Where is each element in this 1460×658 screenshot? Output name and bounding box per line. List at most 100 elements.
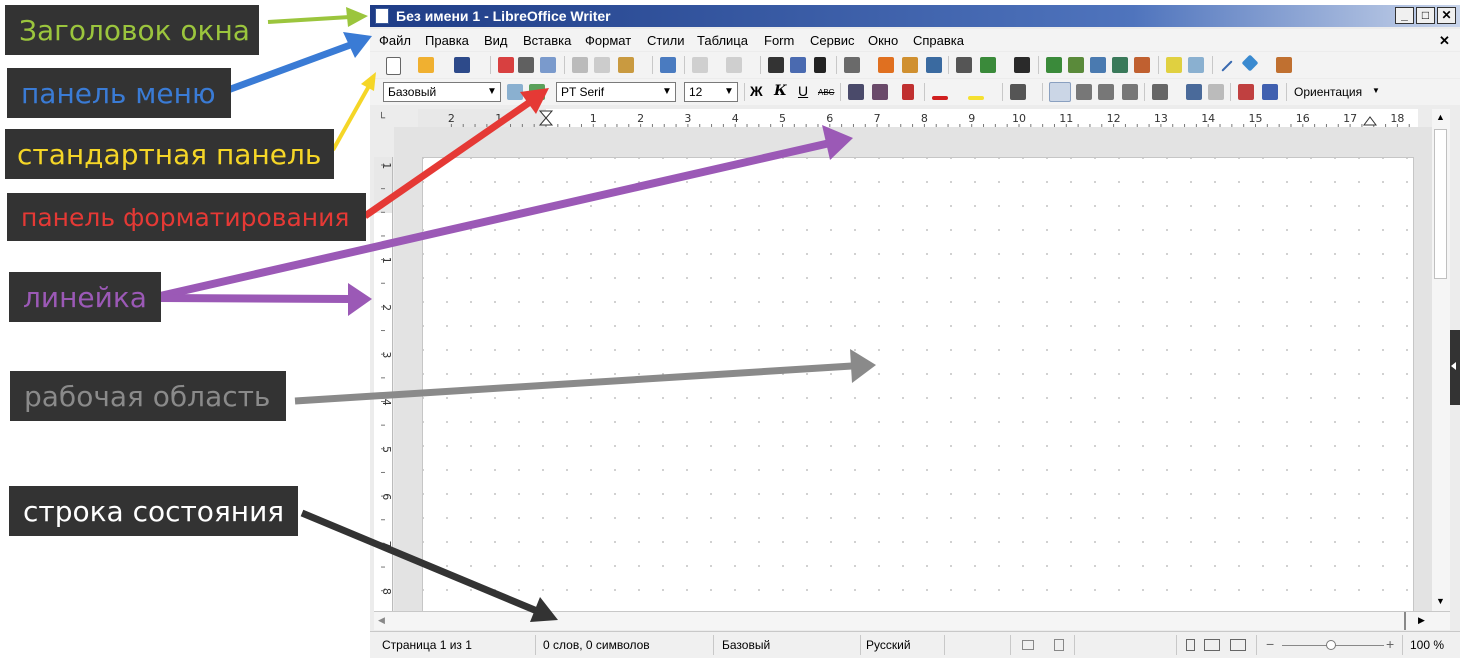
comment-icon[interactable]: [1166, 57, 1182, 73]
menu-tools[interactable]: Сервис: [810, 33, 855, 48]
line-icon[interactable]: [1221, 60, 1233, 72]
print-icon[interactable]: [518, 57, 534, 73]
page-break-icon[interactable]: [956, 57, 972, 73]
scroll-right-icon[interactable]: ▶: [1418, 615, 1425, 626]
tab-stop-selector-icon[interactable]: └: [378, 113, 385, 124]
status-page-style[interactable]: Базовый: [722, 638, 770, 652]
menu-table[interactable]: Таблица: [697, 33, 748, 48]
scroll-left-icon[interactable]: ◀: [378, 615, 385, 626]
italic-button[interactable]: К: [774, 83, 787, 99]
line-spacing-icon[interactable]: [1152, 84, 1168, 100]
menu-insert[interactable]: Вставка: [523, 33, 571, 48]
font-size-combo[interactable]: 12 ▼: [684, 82, 738, 102]
special-character-icon[interactable]: [1014, 57, 1030, 73]
decrease-paragraph-spacing-icon[interactable]: [1208, 84, 1224, 100]
font-name-combo[interactable]: PT Serif ▼: [556, 82, 676, 102]
scrollbar-thumb-horizontal[interactable]: [1404, 612, 1406, 630]
scrollbar-thumb[interactable]: [1434, 129, 1447, 279]
insert-image-icon[interactable]: [878, 57, 894, 73]
save-icon[interactable]: [454, 57, 470, 73]
paragraph-style-combo[interactable]: Базовый ▼: [383, 82, 501, 102]
print-preview-icon[interactable]: [540, 57, 556, 73]
zoom-slider-handle[interactable]: [1326, 640, 1336, 650]
vertical-ruler[interactable]: 1 1 2 3 4 5 6 7 8: [374, 157, 393, 612]
align-center-icon[interactable]: [1076, 84, 1092, 100]
vertical-scrollbar[interactable]: ▲ ▼: [1432, 109, 1450, 611]
menu-edit[interactable]: Правка: [425, 33, 469, 48]
close-button[interactable]: ✕: [1437, 7, 1456, 24]
scroll-down-icon[interactable]: ▼: [1436, 596, 1445, 606]
increase-paragraph-spacing-icon[interactable]: [1186, 84, 1202, 100]
book-view-icon[interactable]: [1230, 639, 1246, 651]
horizontal-scrollbar[interactable]: ◀ ▶: [374, 611, 1450, 630]
right-indent-marker-icon[interactable]: [1363, 116, 1377, 126]
bookmark-icon[interactable]: [1112, 57, 1128, 73]
grow-font-icon[interactable]: [848, 84, 864, 100]
new-style-icon[interactable]: [529, 84, 545, 100]
zoom-in-button[interactable]: +: [1386, 636, 1394, 652]
open-icon[interactable]: [418, 57, 434, 73]
insert-text-box-icon[interactable]: [926, 57, 942, 73]
menu-form[interactable]: Form: [764, 33, 794, 48]
status-word-count[interactable]: 0 слов, 0 символов: [543, 638, 650, 652]
status-page[interactable]: Страница 1 из 1: [382, 638, 472, 652]
endnote-icon[interactable]: [1090, 57, 1106, 73]
menu-view[interactable]: Вид: [484, 33, 508, 48]
font-color-icon[interactable]: [932, 96, 948, 100]
single-page-view-icon[interactable]: [1186, 639, 1195, 651]
insert-mode-icon[interactable]: [1022, 640, 1034, 650]
status-zoom[interactable]: 100 %: [1410, 638, 1444, 652]
menu-window[interactable]: Окно: [868, 33, 898, 48]
menu-help[interactable]: Справка: [913, 33, 964, 48]
underline-button[interactable]: U: [798, 83, 808, 99]
footnote-icon[interactable]: [1068, 57, 1084, 73]
draw-functions-icon[interactable]: [1276, 57, 1292, 73]
cut-icon[interactable]: [572, 57, 588, 73]
maximize-button[interactable]: □: [1416, 7, 1435, 24]
zoom-out-button[interactable]: −: [1266, 636, 1274, 652]
increase-indent-icon[interactable]: [1238, 84, 1254, 100]
align-justify-icon[interactable]: [1122, 84, 1138, 100]
document-modified-icon[interactable]: [1054, 639, 1064, 651]
redo-icon[interactable]: [726, 57, 742, 73]
document-close-icon[interactable]: ✕: [1439, 33, 1450, 49]
align-left-icon[interactable]: [1049, 82, 1071, 102]
scroll-up-icon[interactable]: ▲: [1436, 112, 1445, 122]
ruler-label: 3: [684, 112, 691, 125]
spelling-icon[interactable]: [790, 57, 806, 73]
status-language[interactable]: Русский: [866, 638, 911, 652]
undo-icon[interactable]: [692, 57, 708, 73]
insert-chart-icon[interactable]: [902, 57, 918, 73]
formatting-marks-icon[interactable]: [814, 57, 826, 73]
track-changes-icon[interactable]: [1188, 57, 1204, 73]
align-right-icon[interactable]: [1098, 84, 1114, 100]
workspace-page[interactable]: [422, 157, 1414, 612]
clear-formatting-icon[interactable]: [902, 84, 914, 100]
cross-reference-icon[interactable]: [1134, 57, 1150, 73]
shrink-font-icon[interactable]: [872, 84, 888, 100]
multi-page-view-icon[interactable]: [1204, 639, 1220, 651]
strikethrough-button[interactable]: ABC: [818, 88, 834, 97]
horizontal-ruler[interactable]: 2 1 1 2 3 4 5 6 7 8 9 10 11 12 13 14 15 16 17 18: [418, 109, 1418, 128]
copy-icon[interactable]: [594, 57, 610, 73]
export-pdf-icon[interactable]: [498, 57, 514, 73]
basic-shapes-icon[interactable]: [1241, 54, 1259, 72]
hyperlink-icon[interactable]: [1046, 57, 1062, 73]
update-style-icon[interactable]: [507, 84, 523, 100]
new-document-icon[interactable]: [386, 57, 401, 75]
insert-field-icon[interactable]: [980, 57, 996, 73]
bold-button[interactable]: Ж: [750, 83, 763, 99]
highlight-color-icon[interactable]: [968, 96, 984, 100]
find-replace-icon[interactable]: [768, 57, 784, 73]
decrease-indent-icon[interactable]: [1262, 84, 1278, 100]
orientation-dropdown[interactable]: Ориентация: [1294, 85, 1362, 99]
insert-table-icon[interactable]: [844, 57, 860, 73]
menu-styles[interactable]: Стили: [647, 33, 684, 48]
minimize-button[interactable]: _: [1395, 7, 1414, 24]
clone-formatting-icon[interactable]: [660, 57, 676, 73]
chevron-down-icon[interactable]: ▼: [1372, 86, 1380, 95]
menu-format[interactable]: Формат: [585, 33, 631, 48]
menu-file[interactable]: Файл: [379, 33, 411, 48]
paste-icon[interactable]: [618, 57, 634, 73]
list-icon[interactable]: [1010, 84, 1026, 100]
